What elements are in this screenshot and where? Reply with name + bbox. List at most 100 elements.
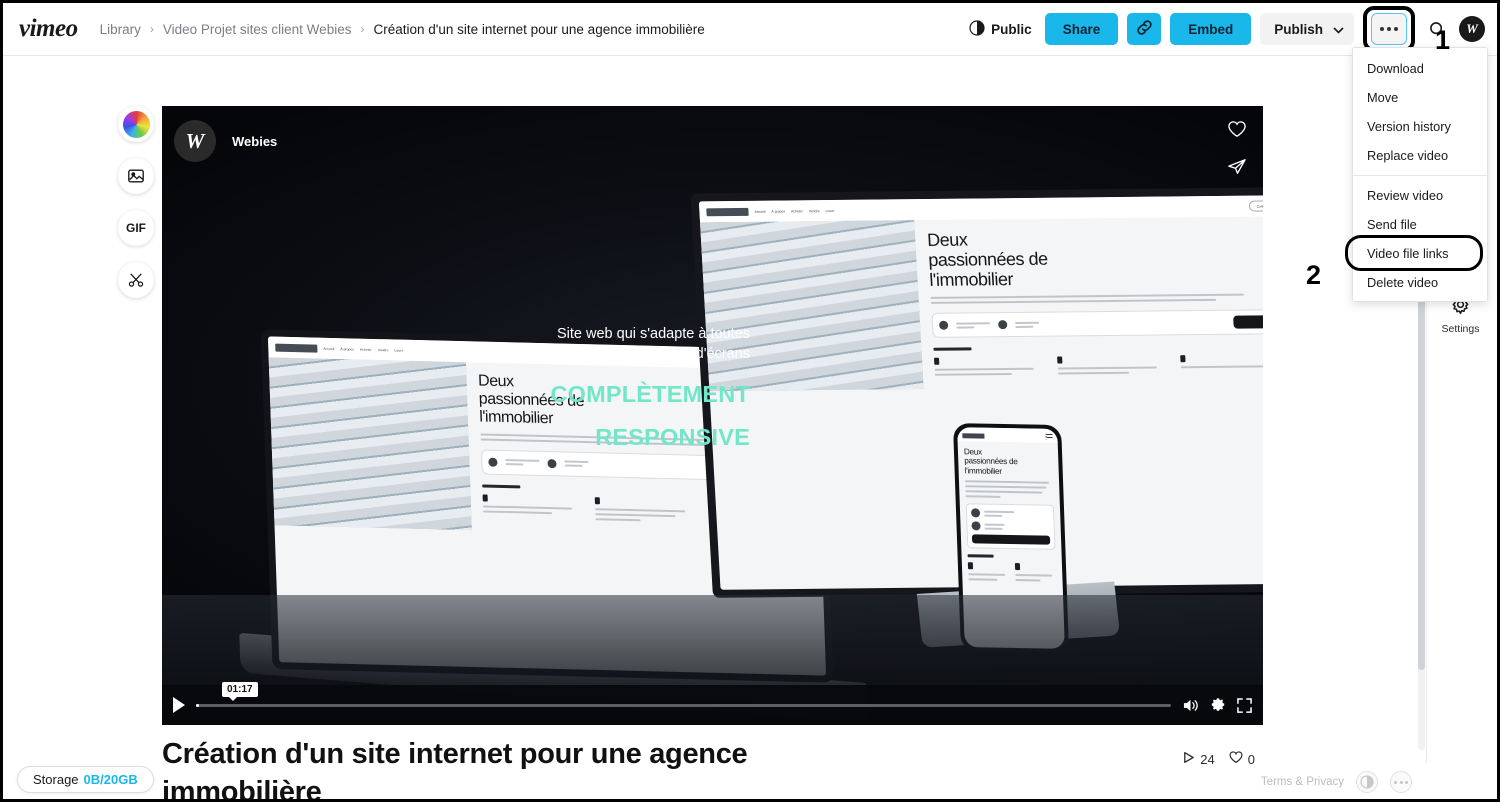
- current-time-tooltip: 01:17: [222, 682, 258, 701]
- trim-scissors-icon[interactable]: [118, 262, 154, 298]
- plays-stat: 24: [1182, 751, 1215, 767]
- video-title: Création d'un site internet pour une age…: [162, 738, 748, 802]
- mock-paragraph: [930, 294, 1263, 305]
- mock-agent-avatar: [938, 321, 949, 331]
- mock-phone-agents-card: [965, 503, 1056, 551]
- player-controls: 01:17: [162, 682, 1263, 725]
- breadcrumb-item-library[interactable]: Library: [100, 22, 141, 37]
- dot-icon: [1380, 27, 1384, 31]
- menu-item-review-video[interactable]: Review video: [1353, 181, 1487, 210]
- heart-icon[interactable]: [1227, 120, 1247, 143]
- mock-nav-link: Vendre: [808, 208, 820, 213]
- color-wheel-icon[interactable]: [118, 106, 154, 142]
- overlay-headline-line2: RESPONSIVE: [595, 424, 750, 450]
- color-wheel-swatch: [122, 110, 150, 138]
- menu-item-move[interactable]: Move: [1353, 83, 1487, 112]
- menu-item-send-file[interactable]: Send file: [1353, 210, 1487, 239]
- vimeo-logo[interactable]: vimeo: [13, 15, 78, 43]
- mock-agent-avatar: [546, 458, 557, 469]
- overlay-headline-line1: COMPLÈTEMENT: [550, 381, 750, 407]
- mock-strengths: [933, 345, 1263, 380]
- settings-gear-icon[interactable]: [1210, 697, 1226, 713]
- video-overlay-copy: Site web qui s'adapte à toutes les taill…: [460, 324, 750, 450]
- breadcrumb: Library › Video Projet sites client Webi…: [100, 22, 705, 37]
- mock-nav-link: Accueil: [754, 209, 766, 214]
- embed-button[interactable]: Embed: [1170, 13, 1252, 45]
- more-options-button[interactable]: [1371, 13, 1407, 45]
- likes-count: 0: [1247, 751, 1255, 767]
- progress-played: [196, 703, 199, 707]
- dots-icon: [1394, 780, 1408, 784]
- user-avatar[interactable]: W: [1459, 16, 1485, 42]
- mock-heading-3: l'immobilier: [928, 269, 1014, 291]
- overlay-subtitle-line1: Site web qui s'adapte à toutes: [556, 326, 750, 342]
- mock-strengths-title: [481, 484, 520, 489]
- video-player[interactable]: Accueil À propos Acheter Vendre Louer Co…: [162, 106, 1263, 725]
- publish-button[interactable]: Publish: [1260, 13, 1354, 45]
- progress-scrubber[interactable]: [196, 703, 1171, 707]
- mock-agent-avatar: [997, 320, 1008, 330]
- player-owner-overlay: W Webies: [174, 120, 277, 162]
- mock-site-logo: [962, 432, 985, 439]
- thumbnail-icon[interactable]: [118, 158, 154, 194]
- owner-name[interactable]: Webies: [232, 134, 277, 149]
- mock-site-body: Deux passionnées de l'immobilier: [700, 216, 1263, 392]
- mock-agent-avatar: [487, 457, 498, 467]
- dot-icon: [1394, 27, 1398, 31]
- terms-and-privacy-link[interactable]: Terms & Privacy: [1261, 776, 1344, 788]
- annotation-marker-2: 2: [1306, 260, 1322, 290]
- mock-agents-card: [931, 309, 1263, 339]
- video-tools-rail: GIF: [116, 106, 156, 298]
- player-action-overlay: [1227, 120, 1247, 180]
- share-button[interactable]: Share: [1044, 13, 1119, 45]
- mock-nav-link: Acheter: [359, 347, 372, 352]
- footer-actions: Terms & Privacy: [1261, 771, 1412, 793]
- mock-nav-cta: Contactez-nous: [1248, 200, 1263, 212]
- footer-more-icon[interactable]: [1390, 771, 1412, 793]
- top-header-bar: vimeo Library › Video Projet sites clien…: [3, 3, 1497, 56]
- breadcrumb-item-folder[interactable]: Video Projet sites client Webies: [163, 22, 352, 37]
- breadcrumb-item-current: Création d'un site internet pour une age…: [373, 21, 705, 37]
- copy-link-button[interactable]: [1127, 13, 1162, 45]
- menu-item-replace-video[interactable]: Replace video: [1353, 141, 1487, 170]
- video-stats: 24 0: [1182, 751, 1255, 767]
- menu-item-download[interactable]: Download: [1353, 54, 1487, 83]
- header-actions: Public Share Embed Publish W: [969, 6, 1485, 52]
- more-options-wrapper: [1363, 6, 1415, 52]
- visibility-label: Public: [991, 21, 1032, 37]
- publish-label: Publish: [1274, 21, 1323, 37]
- rail-label-settings: Settings: [1441, 323, 1480, 335]
- likes-stat: 0: [1229, 751, 1255, 767]
- fullscreen-icon[interactable]: [1237, 697, 1252, 713]
- plays-count: 24: [1200, 751, 1215, 767]
- menu-item-delete-video[interactable]: Delete video: [1353, 268, 1487, 297]
- mock-nav-link: À propos: [771, 209, 786, 214]
- play-button[interactable]: [173, 697, 185, 713]
- menu-item-video-file-links[interactable]: Video file links: [1345, 235, 1487, 271]
- annotation-marker-1: 1: [1435, 25, 1451, 55]
- video-info-section: Création d'un site internet pour une age…: [162, 735, 1263, 802]
- volume-icon[interactable]: [1182, 698, 1199, 713]
- link-icon: [1136, 19, 1153, 39]
- gif-icon[interactable]: GIF: [118, 210, 154, 246]
- mock-strengths-title: [933, 347, 972, 352]
- mock-nav-link: Louer: [394, 347, 404, 353]
- play-triangle-icon: [1182, 751, 1195, 767]
- contrast-icon[interactable]: [1356, 771, 1378, 793]
- menu-item-version-history[interactable]: Version history: [1353, 112, 1487, 141]
- mock-site-main: Deux passionnées de l'immobilier: [914, 216, 1263, 389]
- storage-value: 0B/20GB: [83, 772, 138, 787]
- visibility-status[interactable]: Public: [969, 19, 1032, 39]
- mock-nav-link: À propos: [340, 346, 354, 352]
- vimeo-video-manage-page: vimeo Library › Video Projet sites clien…: [0, 0, 1500, 802]
- storage-indicator[interactable]: Storage 0B/20GB: [17, 766, 154, 793]
- share-plane-icon[interactable]: [1227, 157, 1247, 180]
- menu-divider: [1353, 175, 1487, 176]
- owner-avatar[interactable]: W: [174, 120, 216, 162]
- heart-icon: [1229, 751, 1243, 767]
- globe-icon: [969, 19, 985, 39]
- mock-nav-link: Louer: [825, 208, 835, 213]
- chevron-right-icon: ›: [360, 22, 365, 36]
- overlay-subtitle-line2: les tailles d'écrans: [631, 346, 750, 362]
- mock-nav-link: Acheter: [790, 208, 803, 213]
